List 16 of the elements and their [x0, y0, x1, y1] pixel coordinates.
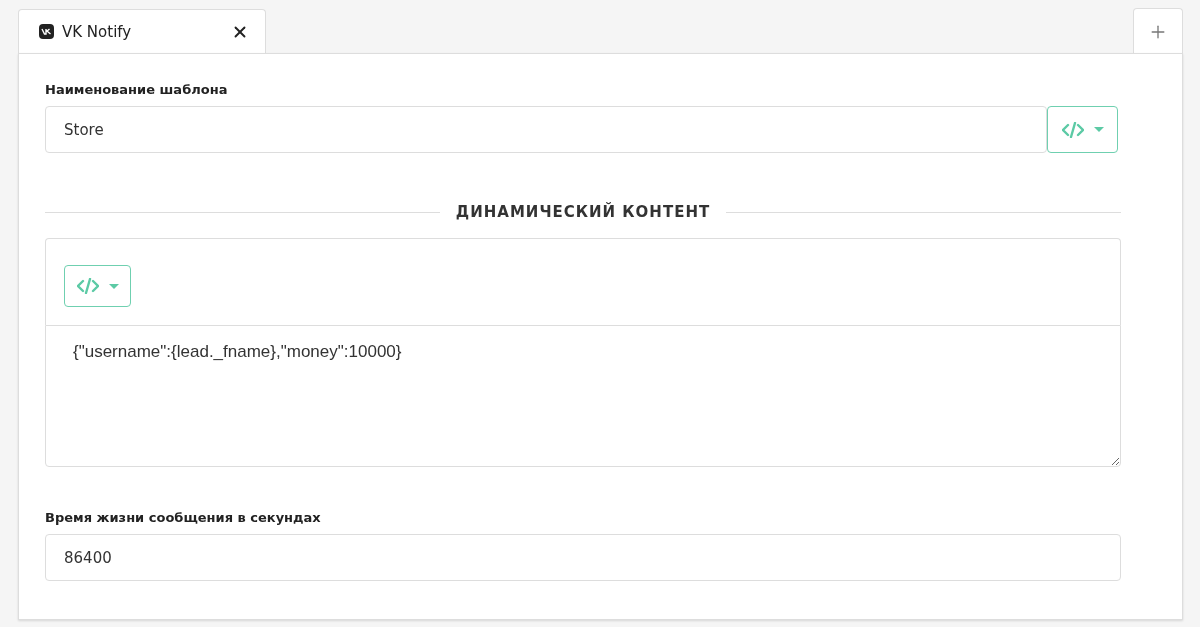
input-field[interactable]: Store — [45, 106, 1047, 153]
field-label: Время жизни сообщения в секундах — [45, 510, 322, 525]
add-tab-button[interactable] — [1133, 8, 1183, 54]
app-icon — [39, 24, 54, 39]
insert-variable-button[interactable] — [1047, 106, 1118, 153]
tab-label: VK Notify — [62, 22, 133, 41]
input-field[interactable]: 86400 — [45, 534, 1121, 581]
tab[interactable]: VK Notify — [18, 9, 266, 53]
content-field[interactable]: {"username":{lead._fname},"money":10000} — [45, 325, 1121, 467]
field-label: Наименование шаблона — [45, 82, 229, 97]
section-title: ДИНАМИЧЕСКИЙ КОНТЕНТ — [455, 203, 711, 221]
code-icon — [1061, 121, 1084, 138]
caret-icon — [108, 283, 119, 289]
caret-icon — [1093, 127, 1104, 132]
insert-variable-button[interactable] — [64, 265, 131, 307]
code-icon — [76, 278, 99, 294]
